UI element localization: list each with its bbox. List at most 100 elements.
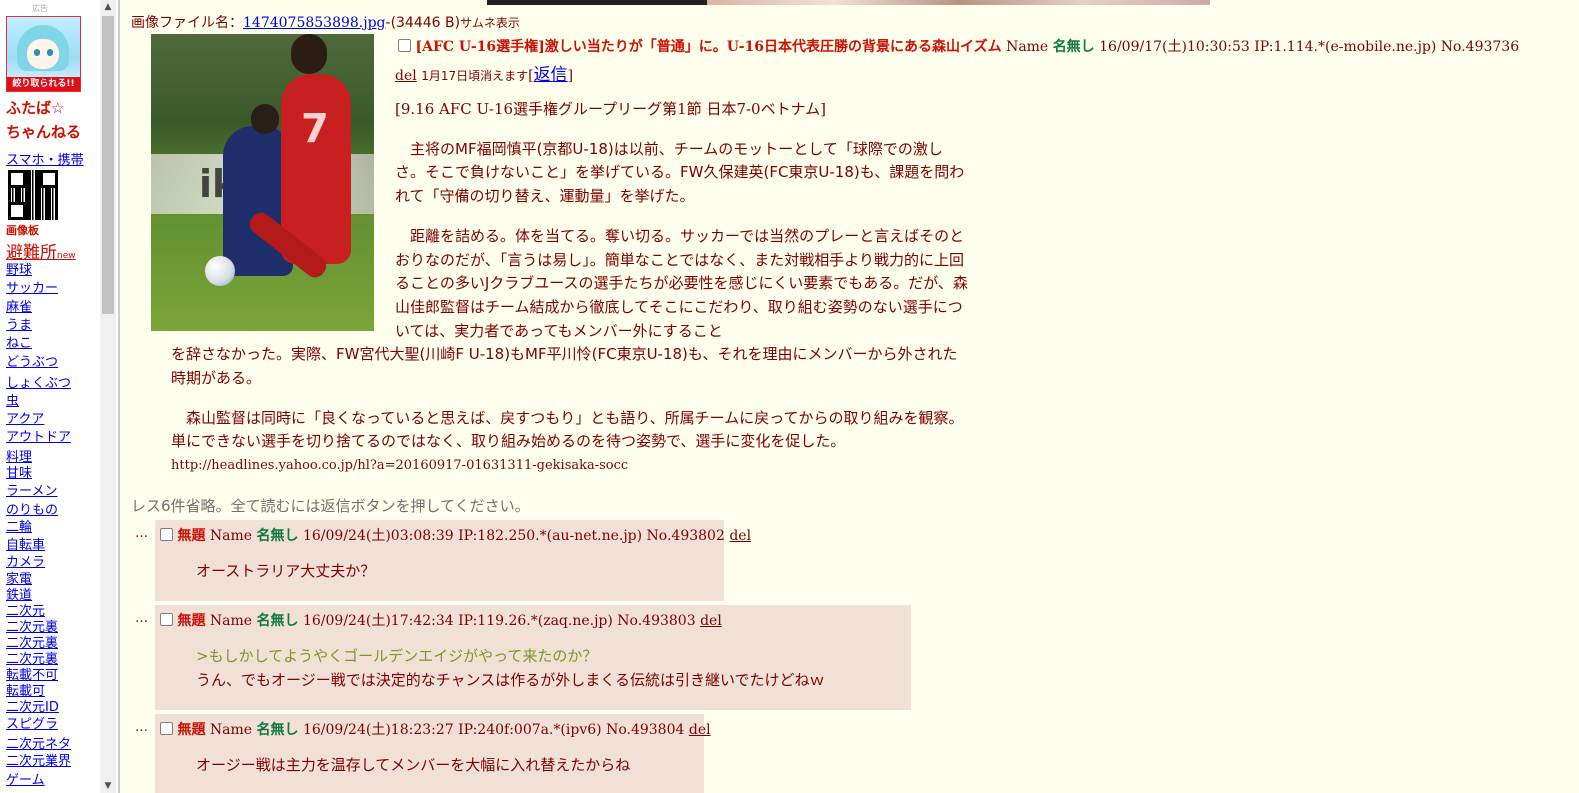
scroll-down-arrow-icon[interactable]: ▼ — [100, 779, 116, 793]
op-paragraph: 距離を詰める。体を当てる。奪い切る。サッカーでは当然のプレーと言えばそのとおりな… — [171, 225, 970, 391]
ad-label: 広告 — [32, 4, 48, 13]
file-name-link[interactable]: 1474075853898.jpg — [243, 15, 386, 31]
sidebar-nav-item[interactable]: ラーメン — [6, 480, 57, 499]
site-title-line1: ふたば☆ — [6, 99, 65, 117]
sidebar-nav-item[interactable]: 野球 — [6, 259, 32, 278]
sidebar-nav-item[interactable]: どうぶつ — [6, 351, 58, 370]
top-banner-image[interactable] — [487, 0, 1210, 5]
sidebar-nav-link[interactable]: 二次元業界 — [6, 754, 71, 769]
scroll-up-arrow-icon[interactable]: ▲ — [100, 0, 116, 14]
reply-dots: … — [135, 526, 148, 541]
reply-checkbox[interactable] — [160, 613, 173, 626]
op-paragraph-part: 距離を詰める。体を当てる。奪い切る。サッカーでは当然のプレーと言えばそのとおりな… — [395, 226, 968, 340]
source-url[interactable]: http://headlines.yahoo.co.jp/hl?a=201609… — [171, 454, 970, 478]
op-thumbnail-image[interactable]: ik 7 — [151, 34, 374, 331]
sidebar-nav-item[interactable]: ゲーム — [6, 769, 45, 788]
post-number[interactable]: No.493736 — [1441, 39, 1519, 55]
reply-checkbox[interactable] — [160, 722, 173, 735]
reply-subject: 無題 — [177, 613, 206, 629]
sidebar-nav-link[interactable]: ラーメン — [6, 484, 57, 499]
op-paragraph-part: を辞さなかった。実際、FW宮代大聖(川崎F U-18)もMF平川怜(FC東京U-… — [171, 345, 958, 388]
qr-corner — [8, 202, 26, 220]
del-link[interactable]: del — [700, 613, 722, 629]
qr-code-icon — [8, 170, 58, 220]
op-paragraph: [9.16 AFC U-16選手権グループリーグ第1節 日本7-0ベトナム] — [395, 100, 827, 118]
reply-link[interactable]: 返信 — [534, 65, 568, 85]
mascot-eye — [34, 49, 40, 56]
file-label: 画像ファイル名： — [131, 15, 243, 31]
reply-quote: >もしかしてようやくゴールデンエイジがやって来たのか？ — [196, 647, 598, 665]
poster-name: 名無し — [256, 722, 299, 738]
post-ip: IP:119.26.*(zaq.ne.jp) — [458, 613, 613, 629]
mascot-caption: 絞り取られる!! — [7, 77, 80, 91]
image-player-head — [291, 34, 327, 74]
site-title[interactable]: ふたば☆ ちゃんねる — [6, 96, 81, 144]
poster-name: 名無し — [1052, 39, 1095, 55]
sidebar-nav-item[interactable]: しょくぶつ — [6, 372, 71, 391]
sidebar-nav-item[interactable]: スピグラ — [6, 713, 58, 732]
op-checkbox[interactable] — [398, 39, 411, 52]
op-paragraph: 森山監督は同時に「良くなっていると思えば、戻すつもり」とも語り、所属チームに戻っ… — [171, 408, 964, 451]
op-subject: [AFC U-16選手権]激しい当たりが「普通」に。U-16日本代表圧勝の背景に… — [415, 39, 1002, 55]
del-link[interactable]: del — [689, 722, 711, 738]
sidebar-nav-item[interactable]: サッカー — [6, 277, 58, 296]
sidebar-nav-link[interactable]: 二輪 — [6, 520, 32, 535]
scroll-thumb[interactable] — [102, 16, 114, 314]
sidebar-nav-link[interactable]: ねこ — [6, 336, 32, 351]
reply-subject: 無題 — [177, 722, 206, 738]
post-number[interactable]: No.493802 — [647, 528, 725, 544]
sidebar-nav-link[interactable]: サッカー — [6, 281, 58, 296]
sidebar-nav-item[interactable]: 二次元業界 — [6, 750, 71, 769]
sidebar-nav-item[interactable]: アクア — [6, 408, 44, 427]
mascot-eye — [47, 49, 53, 56]
post-ip: IP:182.250.*(au-net.ne.jp) — [458, 528, 643, 544]
sidebar-nav-item[interactable]: アウトドア — [6, 426, 71, 445]
reply-dots: … — [135, 611, 148, 626]
bracket-close: ] — [567, 68, 574, 84]
reply-post: 無題 Name 名無し 16/09/24(土)18:23:27 IP:240f:… — [155, 714, 711, 793]
post-number[interactable]: No.493803 — [617, 613, 695, 629]
mobile-link[interactable]: スマホ・携帯 — [6, 149, 84, 168]
sidebar-nav-link[interactable]: アクア — [6, 412, 44, 427]
sidebar-nav-link[interactable]: アウトドア — [6, 430, 71, 445]
op-body: [9.16 AFC U-16選手権グループリーグ第1節 日本7-0ベトナム] 主… — [171, 98, 970, 478]
mascot-face — [27, 39, 59, 69]
sidebar-nav-link[interactable]: スピグラ — [6, 717, 58, 732]
new-badge: new — [57, 251, 76, 261]
sidebar-nav-link[interactable]: 野球 — [6, 263, 32, 278]
post-number[interactable]: No.493804 — [606, 722, 684, 738]
sidebar-nav-link[interactable]: しょくぶつ — [6, 376, 71, 391]
sidebar-nav-link[interactable]: 甘味 — [6, 466, 32, 481]
sidebar-nav-link[interactable]: ゲーム — [6, 773, 45, 788]
reply-body: オーストラリア大丈夫か？ — [196, 562, 376, 580]
op-actions: del 1月17日頃消えます[返信] — [395, 60, 573, 85]
sidebar-nav-item[interactable]: うま — [6, 314, 32, 333]
post-datetime: 16/09/24(土)18:23:27 — [302, 722, 454, 738]
sidebar-nav-item[interactable]: 甘味 — [6, 462, 32, 481]
reply-header: 無題 Name 名無し 16/09/24(土)17:42:34 IP:119.2… — [160, 610, 722, 630]
sidebar-nav-link[interactable]: 虫 — [6, 394, 19, 409]
sidebar-nav-link[interactable]: どうぶつ — [6, 355, 58, 370]
post-ip: IP:240f:007a.*(ipv6) — [458, 722, 602, 738]
sidebar-frame: 広告 絞り取られる!! ふたば☆ ちゃんねる スマホ・携帯 画像板 避難所new… — [0, 0, 120, 793]
reply-body: オージー戦は主力を温存してメンバーを大幅に入れ替えたからね — [196, 756, 631, 774]
name-label: Name — [209, 528, 253, 544]
op-post-header: [AFC U-16選手権]激しい当たりが「普通」に。U-16日本代表圧勝の背景に… — [398, 36, 1519, 56]
mascot-ad-banner[interactable]: 絞り取られる!! — [6, 16, 81, 92]
op-paragraph: 主将のMF福岡慎平(京都U-18)は以前、チームのモットーとして「球際での激しさ… — [395, 139, 965, 206]
sidebar-scrollbar[interactable]: ▲ ▼ — [100, 0, 116, 793]
del-link[interactable]: del — [395, 68, 417, 84]
thumb-label: サムネ表示 — [460, 16, 520, 30]
poster-name: 名無し — [256, 613, 299, 629]
sidebar-nav-item[interactable]: 虫 — [6, 390, 19, 409]
sidebar-nav-item[interactable]: 麻雀 — [6, 296, 32, 315]
image-ball — [205, 256, 235, 286]
reply-checkbox[interactable] — [160, 528, 173, 541]
sidebar-nav-link[interactable]: 麻雀 — [6, 300, 32, 315]
sidebar-nav-item[interactable]: 二輪 — [6, 516, 32, 535]
post-datetime: 16/09/17(土)10:30:53 — [1099, 39, 1250, 55]
sidebar-nav-item[interactable]: ねこ — [6, 332, 32, 351]
sidebar-nav-link[interactable]: うま — [6, 318, 32, 333]
del-link[interactable]: del — [729, 528, 751, 544]
name-label: Name — [209, 722, 253, 738]
